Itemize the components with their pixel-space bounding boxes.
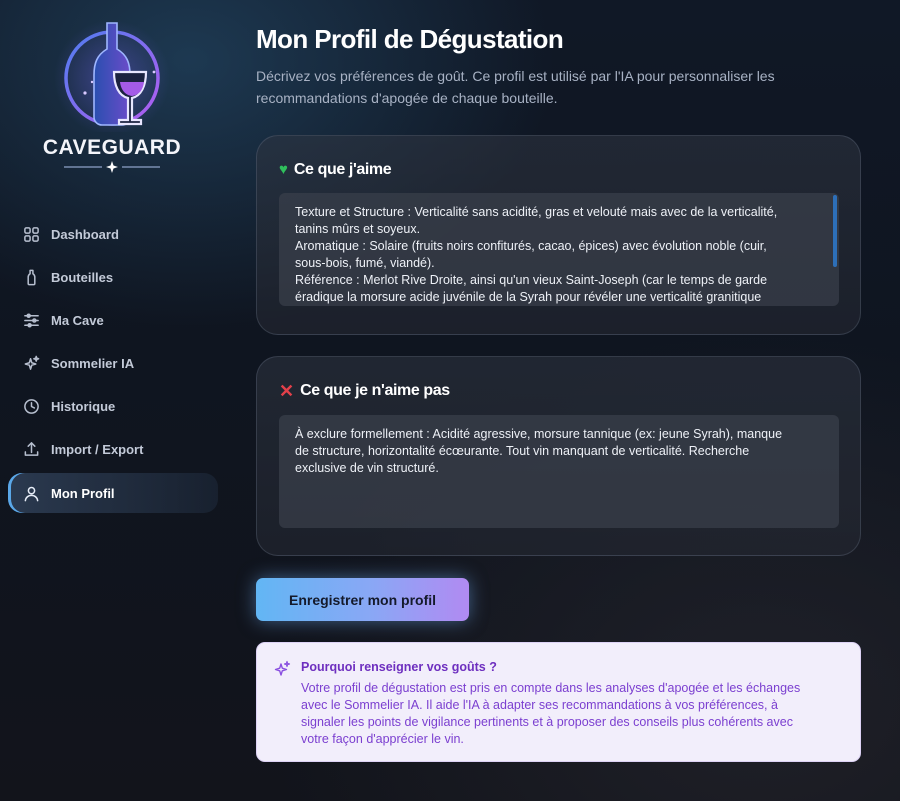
sparkles-icon (22, 355, 40, 373)
sidebar-item-label: Import / Export (51, 442, 144, 457)
sidebar-item-label: Mon Profil (51, 485, 115, 501)
text-line: Votre profil de dégustation est pris en … (301, 681, 801, 695)
sidebar-item-import-export[interactable]: Import / Export (8, 428, 218, 471)
brand-name: CAVEGUARD (42, 136, 182, 159)
text-line: avec le Sommelier IA. Il aide l'IA à ada… (301, 698, 778, 712)
bottle-icon (22, 269, 40, 287)
sidebar-item-ma-cave[interactable]: Ma Cave (8, 299, 218, 342)
grid-icon (22, 226, 40, 244)
text-line: Aromatique : Solaire (fruits noirs confi… (295, 239, 767, 253)
dislikes-title: Ce que je n'aime pas (300, 382, 450, 399)
text-line: À exclure formellement : Acidité agressi… (295, 427, 783, 441)
likes-textarea[interactable]: Texture et Structure : Verticalité sans … (279, 193, 839, 306)
cross-icon: ✕ (279, 381, 295, 401)
info-title: Pourquoi renseigner vos goûts ? (301, 660, 497, 674)
sidebar-item-label: Sommelier IA (51, 356, 135, 371)
likes-scrollbar[interactable] (833, 195, 837, 305)
info-body: Votre profil de dégustation est pris en … (301, 680, 851, 748)
text-line: éradique la morsure acide juvénile de la… (295, 290, 762, 304)
dislikes-textarea[interactable]: À exclure formellement : Acidité agressi… (279, 415, 839, 528)
upload-icon (22, 441, 40, 459)
sidebar-item-bouteilles[interactable]: Bouteilles (8, 256, 218, 299)
text-line: Texture et Structure : Verticalité sans … (295, 205, 778, 219)
text-line: votre façon d'apprécier le vin. (301, 732, 464, 746)
text-line: signaler les points de vigilance pertine… (301, 715, 793, 729)
sidebar-item-dashboard[interactable]: Dashboard (8, 213, 218, 256)
sparkles-icon (274, 660, 291, 676)
wine-bottle-glass-icon (54, 20, 170, 136)
text-line: tanins mûrs et soyeux. (295, 222, 421, 236)
sidebar: CAVEGUARD Dashboard Bouteilles Ma Cave S… (0, 0, 230, 801)
likes-header: ♥ Ce que j'aime (279, 161, 392, 179)
likes-title: Ce que j'aime (293, 161, 392, 178)
page-title: Mon Profil de Dégustation (256, 24, 564, 54)
sidebar-nav: Dashboard Bouteilles Ma Cave Sommelier I… (8, 213, 218, 513)
dislikes-card: ✕ Ce que je n'aime pas À exclure formell… (256, 356, 861, 556)
text-line: de structure, horizontalité écœurante. T… (295, 444, 750, 458)
sidebar-item-label: Bouteilles (51, 270, 114, 285)
heart-icon: ♥ (279, 161, 288, 178)
page-subtitle: Décrivez vos préférences de goût. Ce pro… (256, 68, 775, 106)
info-box: Pourquoi renseigner vos goûts ? Votre pr… (256, 642, 861, 762)
sidebar-item-mon-profil[interactable]: Mon Profil (8, 473, 218, 513)
scrollbar-thumb[interactable] (833, 195, 837, 267)
text-line: Référence : Merlot Rive Droite, ainsi qu… (295, 273, 768, 287)
user-icon (22, 484, 40, 502)
caveguard-logo[interactable]: CAVEGUARD (30, 20, 194, 175)
star-divider-icon (64, 161, 160, 173)
save-profile-button[interactable]: Enregistrer mon profil (256, 578, 469, 621)
sidebar-item-label: Historique (51, 399, 116, 414)
sidebar-item-historique[interactable]: Historique (8, 385, 218, 428)
clock-icon (22, 398, 40, 416)
dislikes-header: ✕ Ce que je n'aime pas (279, 382, 450, 400)
sliders-icon (22, 312, 40, 330)
sidebar-item-label: Ma Cave (51, 313, 104, 328)
text-line: exclusive de vin structuré. (295, 461, 439, 475)
text-line: sous-bois, fumé, viandé). (295, 256, 435, 270)
sidebar-item-sommelier-ia[interactable]: Sommelier IA (8, 342, 218, 385)
likes-card: ♥ Ce que j'aime Texture et Structure : V… (256, 135, 861, 335)
sidebar-item-label: Dashboard (51, 227, 119, 242)
